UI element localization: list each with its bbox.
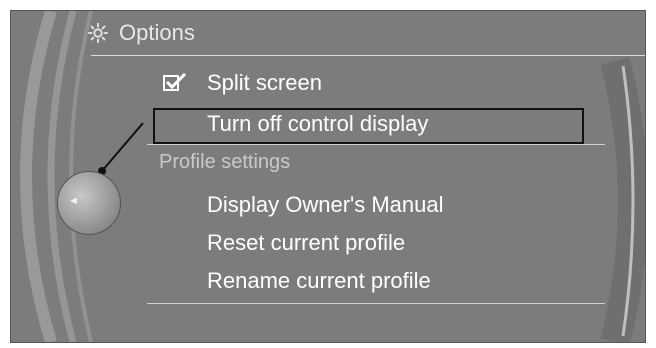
checkbox-checked-icon[interactable] xyxy=(163,73,187,93)
menu-item-reset-current-profile[interactable]: Reset current profile xyxy=(207,226,405,260)
section-label-profile-settings: Profile settings xyxy=(159,151,291,173)
menu-item-rename-current-profile[interactable]: Rename current profile xyxy=(207,264,431,298)
gear-icon xyxy=(87,22,109,44)
control-display-screen: Options Split screen Turn off control di… xyxy=(10,10,646,343)
options-header: Options xyxy=(87,15,195,51)
controller-knob[interactable]: ◄ xyxy=(57,171,121,235)
menu-item-turn-off-control-display[interactable]: Turn off control display xyxy=(207,107,428,141)
menu-item-split-screen[interactable]: Split screen xyxy=(207,66,322,100)
bottom-divider xyxy=(147,303,605,304)
section-divider xyxy=(147,144,605,145)
menu-item-display-owners-manual[interactable]: Display Owner's Manual xyxy=(207,188,444,222)
page-title: Options xyxy=(119,20,195,45)
left-arrow-icon: ◄ xyxy=(68,195,79,207)
title-divider xyxy=(91,55,645,56)
